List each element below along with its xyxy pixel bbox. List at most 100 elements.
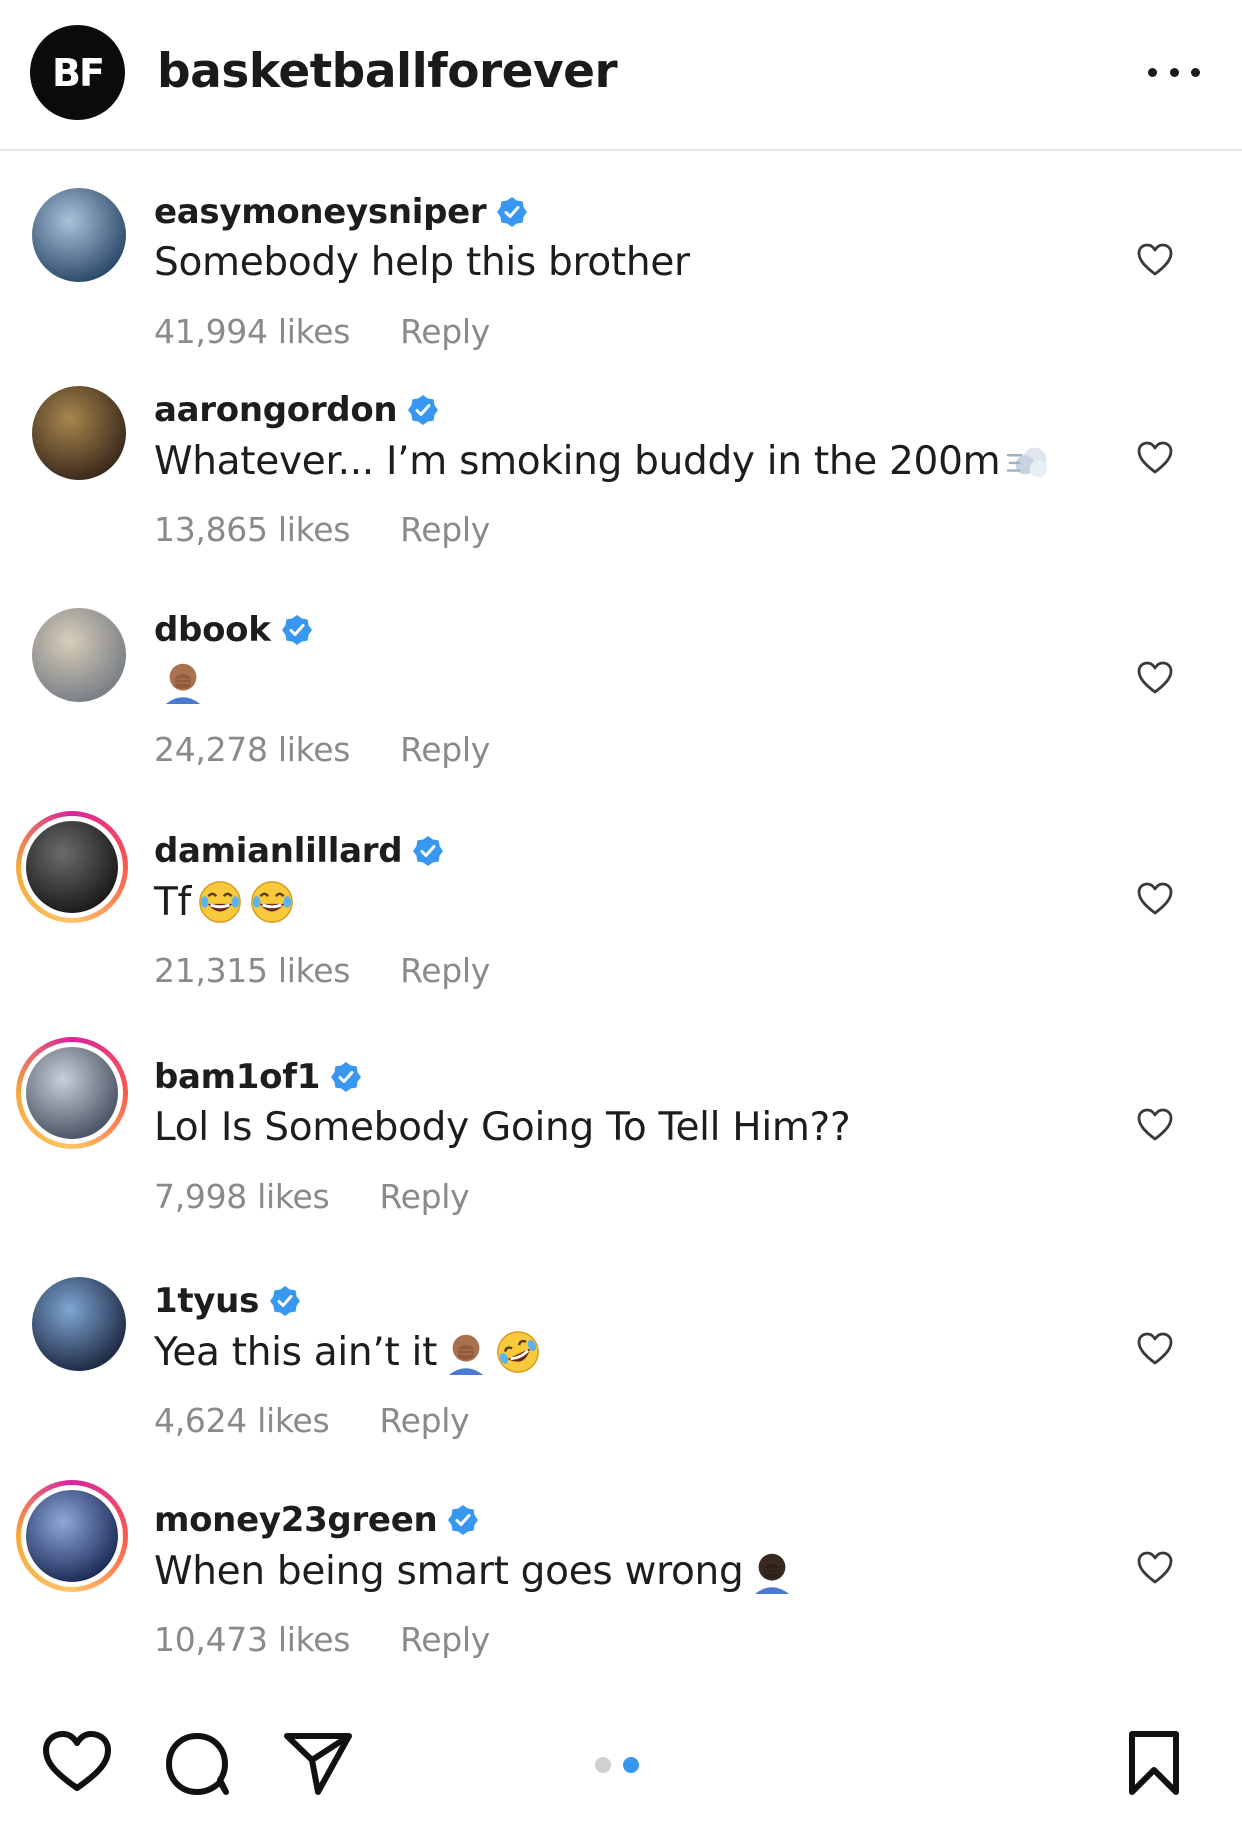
comment-item: dbook 24,278 likes Reply <box>0 608 1242 778</box>
comment-text: Tf <box>154 879 295 925</box>
comment-avatar[interactable] <box>16 811 128 923</box>
reply-button[interactable]: Reply <box>400 730 490 769</box>
comment-text: When being smart goes wrong <box>154 1548 795 1594</box>
comment-meta: 4,624 likes Reply <box>154 1401 470 1440</box>
comment-like-count[interactable]: 41,994 likes <box>154 312 350 351</box>
verified-badge-icon <box>331 1062 362 1092</box>
comment-username[interactable]: 1tyus <box>154 1281 259 1321</box>
comment-like-count[interactable]: 21,315 likes <box>154 951 350 990</box>
avatar-photo <box>32 386 126 480</box>
comment-username-row: money23green <box>154 1498 479 1542</box>
comment-username-row: dbook <box>154 608 313 652</box>
comment-like-heart-icon[interactable] <box>1136 1331 1174 1367</box>
comment-like-count[interactable]: 24,278 likes <box>154 730 350 769</box>
verified-badge-icon <box>497 197 528 227</box>
verified-badge-icon <box>448 1505 479 1535</box>
post-header: BF basketballforever <box>0 0 1242 151</box>
rofl-emoji <box>497 1331 539 1373</box>
facepalm-dark-emoji <box>755 1553 790 1594</box>
comment-username[interactable]: dbook <box>154 610 271 650</box>
comment-username[interactable]: easymoneysniper <box>154 192 487 232</box>
comment-like-heart-icon[interactable] <box>1136 242 1174 278</box>
comment-text-content: Lol Is Somebody Going To Tell Him?? <box>154 1105 851 1150</box>
comment-like-heart-icon[interactable] <box>1136 881 1174 917</box>
reply-button[interactable]: Reply <box>379 1401 469 1440</box>
dash-emoji <box>1007 447 1048 478</box>
comment-like-heart-icon[interactable] <box>1136 1550 1174 1586</box>
comment-text-content: Somebody help this brother <box>154 240 690 285</box>
comment-username[interactable]: damianlillard <box>154 831 403 871</box>
verified-badge-icon <box>413 836 444 866</box>
comment-text-content: Whatever... I’m smoking buddy in the 200… <box>154 438 1001 484</box>
comment-meta: 13,865 likes Reply <box>154 510 490 549</box>
comment-like-heart-icon[interactable] <box>1136 440 1174 476</box>
share-send-icon[interactable] <box>282 1730 354 1796</box>
comment-bubble-icon[interactable] <box>164 1730 232 1798</box>
comment-meta: 41,994 likes Reply <box>154 312 490 351</box>
avatar-photo <box>21 1042 123 1144</box>
more-dot-icon <box>1169 67 1179 77</box>
post-action-bar <box>0 1730 1242 1810</box>
save-bookmark-icon[interactable] <box>1126 1730 1182 1796</box>
avatar-photo <box>21 1485 123 1587</box>
reply-button[interactable]: Reply <box>400 312 490 351</box>
instagram-post-view: BF basketballforever easymoneysniper Som… <box>0 0 1242 1827</box>
facepalm-emoji <box>448 1334 484 1375</box>
reply-button[interactable]: Reply <box>400 951 490 990</box>
carousel-dot <box>595 1757 611 1773</box>
comment-meta: 10,473 likes Reply <box>154 1620 490 1659</box>
comment-text-content: When being smart goes wrong <box>154 1548 744 1594</box>
more-dot-icon <box>1191 67 1200 77</box>
comment-item: easymoneysniper Somebody help this broth… <box>0 188 1242 360</box>
more-options-button[interactable] <box>1148 64 1200 80</box>
reply-button[interactable]: Reply <box>400 510 490 549</box>
comment-item: bam1of1 Lol Is Somebody Going To Tell Hi… <box>0 1037 1242 1225</box>
comment-avatar[interactable] <box>32 608 126 702</box>
comment-avatar[interactable] <box>32 188 126 282</box>
comment-text: Somebody help this brother <box>154 240 690 285</box>
avatar-photo <box>32 1277 126 1371</box>
comment-text: Yea this ain’t it <box>154 1329 541 1375</box>
comment-item: aarongordon Whatever... I’m smoking budd… <box>0 386 1242 558</box>
comment-like-count[interactable]: 10,473 likes <box>154 1620 350 1659</box>
comment-like-count[interactable]: 7,998 likes <box>154 1177 330 1216</box>
comment-avatar[interactable] <box>32 1277 126 1371</box>
comment-text-content: Yea this ain’t it <box>154 1329 438 1375</box>
account-avatar[interactable]: BF <box>30 25 125 120</box>
comment-item: 1tyus Yea this ain’t it 4,624 likes Reply <box>0 1277 1242 1449</box>
verified-badge-icon <box>408 395 439 425</box>
account-name[interactable]: basketballforever <box>157 44 618 99</box>
reply-button[interactable]: Reply <box>400 1620 490 1659</box>
comment-text: Whatever... I’m smoking buddy in the 200… <box>154 438 1052 484</box>
comment-item: damianlillard Tf 21,315 likes Reply <box>0 811 1242 999</box>
comment-text-content: Tf <box>154 879 191 925</box>
joy-emoji <box>251 881 293 923</box>
avatar-photo <box>32 188 126 282</box>
comment-username[interactable]: bam1of1 <box>154 1057 320 1097</box>
reply-button[interactable]: Reply <box>379 1177 469 1216</box>
comment-like-count[interactable]: 13,865 likes <box>154 510 350 549</box>
comment-text <box>154 658 206 704</box>
comment-meta: 21,315 likes Reply <box>154 951 490 990</box>
comment-username-row: easymoneysniper <box>154 190 528 234</box>
comment-username-row: damianlillard <box>154 829 444 873</box>
comment-avatar[interactable] <box>16 1037 128 1149</box>
comment-avatar[interactable] <box>16 1480 128 1592</box>
comment-username[interactable]: money23green <box>154 1500 438 1540</box>
comment-item: money23green When being smart goes wrong… <box>0 1480 1242 1668</box>
comment-text: Lol Is Somebody Going To Tell Him?? <box>154 1105 851 1150</box>
avatar-photo <box>32 608 126 702</box>
comment-like-count[interactable]: 4,624 likes <box>154 1401 330 1440</box>
comment-meta: 24,278 likes Reply <box>154 730 490 769</box>
facepalm-emoji <box>165 663 201 704</box>
comment-username[interactable]: aarongordon <box>154 390 398 430</box>
comment-avatar[interactable] <box>32 386 126 480</box>
comment-meta: 7,998 likes Reply <box>154 1177 470 1216</box>
carousel-indicator <box>595 1757 651 1773</box>
verified-badge-icon <box>281 615 312 645</box>
comment-username-row: 1tyus <box>154 1279 301 1323</box>
comment-like-heart-icon[interactable] <box>1136 1107 1174 1143</box>
comment-like-heart-icon[interactable] <box>1136 660 1174 696</box>
like-heart-icon[interactable] <box>42 1730 112 1794</box>
verified-badge-icon <box>270 1286 301 1316</box>
